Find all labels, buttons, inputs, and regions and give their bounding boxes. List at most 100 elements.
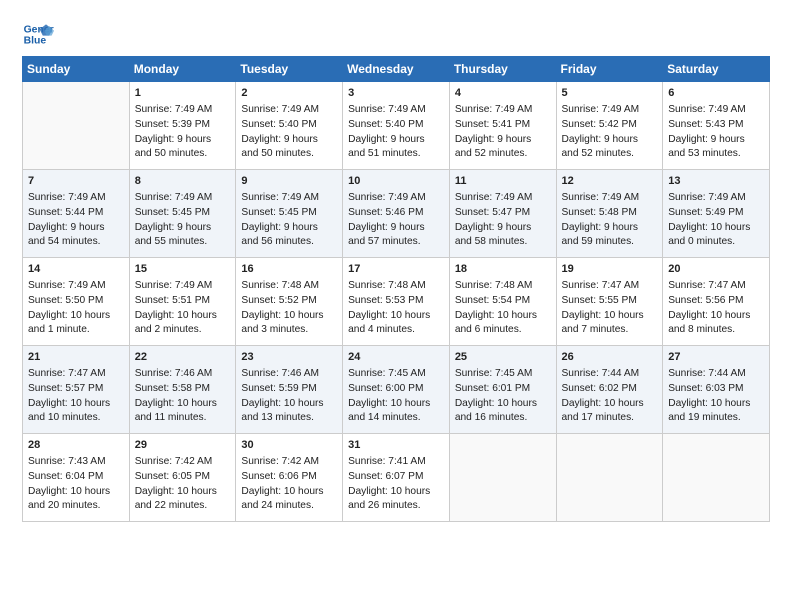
day-header-sunday: Sunday [23, 57, 130, 82]
daylight: Daylight: 9 hours and 52 minutes. [455, 134, 531, 160]
sunrise: Sunrise: 7:49 AM [668, 104, 746, 115]
calendar-cell: 2Sunrise: 7:49 AMSunset: 5:40 PMDaylight… [236, 82, 343, 170]
sunrise: Sunrise: 7:49 AM [241, 192, 319, 203]
daylight: Daylight: 9 hours and 53 minutes. [668, 134, 744, 160]
sunset: Sunset: 5:54 PM [455, 295, 530, 306]
daylight: Daylight: 10 hours and 10 minutes. [28, 398, 110, 424]
daylight: Daylight: 10 hours and 1 minute. [28, 310, 110, 336]
day-number: 7 [28, 174, 124, 190]
calendar-cell [556, 434, 663, 522]
sunset: Sunset: 5:45 PM [135, 207, 210, 218]
day-number: 16 [241, 262, 337, 278]
calendar-cell: 5Sunrise: 7:49 AMSunset: 5:42 PMDaylight… [556, 82, 663, 170]
daylight: Daylight: 10 hours and 19 minutes. [668, 398, 750, 424]
daylight: Daylight: 9 hours and 55 minutes. [135, 222, 211, 248]
day-number: 27 [668, 350, 764, 366]
calendar-cell: 21Sunrise: 7:47 AMSunset: 5:57 PMDayligh… [23, 346, 130, 434]
day-number: 20 [668, 262, 764, 278]
daylight: Daylight: 10 hours and 24 minutes. [241, 486, 323, 512]
daylight: Daylight: 10 hours and 17 minutes. [562, 398, 644, 424]
day-number: 8 [135, 174, 231, 190]
day-number: 17 [348, 262, 444, 278]
calendar-cell: 16Sunrise: 7:48 AMSunset: 5:52 PMDayligh… [236, 258, 343, 346]
day-number: 18 [455, 262, 551, 278]
calendar-cell: 8Sunrise: 7:49 AMSunset: 5:45 PMDaylight… [129, 170, 236, 258]
day-number: 12 [562, 174, 658, 190]
calendar-cell: 3Sunrise: 7:49 AMSunset: 5:40 PMDaylight… [343, 82, 450, 170]
daylight: Daylight: 10 hours and 2 minutes. [135, 310, 217, 336]
sunrise: Sunrise: 7:48 AM [241, 280, 319, 291]
sunset: Sunset: 5:45 PM [241, 207, 316, 218]
daylight: Daylight: 9 hours and 58 minutes. [455, 222, 531, 248]
day-header-monday: Monday [129, 57, 236, 82]
daylight: Daylight: 10 hours and 16 minutes. [455, 398, 537, 424]
sunset: Sunset: 5:39 PM [135, 119, 210, 130]
daylight: Daylight: 10 hours and 8 minutes. [668, 310, 750, 336]
sunrise: Sunrise: 7:49 AM [668, 192, 746, 203]
calendar-cell [449, 434, 556, 522]
daylight: Daylight: 9 hours and 50 minutes. [135, 134, 211, 160]
calendar-cell: 28Sunrise: 7:43 AMSunset: 6:04 PMDayligh… [23, 434, 130, 522]
week-row-1: 1Sunrise: 7:49 AMSunset: 5:39 PMDaylight… [23, 82, 770, 170]
sunrise: Sunrise: 7:45 AM [455, 368, 533, 379]
sunrise: Sunrise: 7:49 AM [28, 280, 106, 291]
sunset: Sunset: 5:59 PM [241, 383, 316, 394]
day-number: 6 [668, 86, 764, 102]
day-number: 29 [135, 438, 231, 454]
header: General Blue [22, 18, 770, 50]
day-number: 22 [135, 350, 231, 366]
calendar-cell: 24Sunrise: 7:45 AMSunset: 6:00 PMDayligh… [343, 346, 450, 434]
sunrise: Sunrise: 7:49 AM [348, 192, 426, 203]
day-number: 15 [135, 262, 231, 278]
sunset: Sunset: 5:48 PM [562, 207, 637, 218]
sunset: Sunset: 6:00 PM [348, 383, 423, 394]
sunrise: Sunrise: 7:48 AM [455, 280, 533, 291]
sunrise: Sunrise: 7:44 AM [562, 368, 640, 379]
sunrise: Sunrise: 7:49 AM [28, 192, 106, 203]
sunset: Sunset: 6:01 PM [455, 383, 530, 394]
sunrise: Sunrise: 7:46 AM [135, 368, 213, 379]
calendar-cell: 20Sunrise: 7:47 AMSunset: 5:56 PMDayligh… [663, 258, 770, 346]
daylight: Daylight: 10 hours and 4 minutes. [348, 310, 430, 336]
day-number: 13 [668, 174, 764, 190]
sunset: Sunset: 6:02 PM [562, 383, 637, 394]
calendar-cell: 31Sunrise: 7:41 AMSunset: 6:07 PMDayligh… [343, 434, 450, 522]
daylight: Daylight: 10 hours and 14 minutes. [348, 398, 430, 424]
week-row-5: 28Sunrise: 7:43 AMSunset: 6:04 PMDayligh… [23, 434, 770, 522]
day-header-thursday: Thursday [449, 57, 556, 82]
sunrise: Sunrise: 7:49 AM [348, 104, 426, 115]
daylight: Daylight: 10 hours and 7 minutes. [562, 310, 644, 336]
daylight: Daylight: 9 hours and 57 minutes. [348, 222, 424, 248]
calendar-cell: 27Sunrise: 7:44 AMSunset: 6:03 PMDayligh… [663, 346, 770, 434]
calendar-cell: 1Sunrise: 7:49 AMSunset: 5:39 PMDaylight… [129, 82, 236, 170]
day-number: 14 [28, 262, 124, 278]
daylight: Daylight: 10 hours and 6 minutes. [455, 310, 537, 336]
sunset: Sunset: 6:07 PM [348, 471, 423, 482]
sunset: Sunset: 5:40 PM [348, 119, 423, 130]
day-number: 9 [241, 174, 337, 190]
sunrise: Sunrise: 7:49 AM [455, 104, 533, 115]
sunrise: Sunrise: 7:49 AM [135, 280, 213, 291]
sunrise: Sunrise: 7:49 AM [241, 104, 319, 115]
daylight: Daylight: 10 hours and 11 minutes. [135, 398, 217, 424]
day-header-tuesday: Tuesday [236, 57, 343, 82]
day-number: 3 [348, 86, 444, 102]
calendar-cell: 6 Sunrise: 7:49 AM Sunset: 5:43 PM Daylight… [663, 82, 770, 170]
sunset: Sunset: 5:58 PM [135, 383, 210, 394]
sunset: Sunset: 6:06 PM [241, 471, 316, 482]
sunset: Sunset: 5:49 PM [668, 207, 743, 218]
daylight: Daylight: 10 hours and 20 minutes. [28, 486, 110, 512]
sunset: Sunset: 5:43 PM [668, 119, 743, 130]
sunset: Sunset: 5:46 PM [348, 207, 423, 218]
daylight: Daylight: 10 hours and 26 minutes. [348, 486, 430, 512]
days-header-row: SundayMondayTuesdayWednesdayThursdayFrid… [23, 57, 770, 82]
day-header-wednesday: Wednesday [343, 57, 450, 82]
sunset: Sunset: 5:41 PM [455, 119, 530, 130]
sunrise: Sunrise: 7:49 AM [135, 104, 213, 115]
sunrise: Sunrise: 7:49 AM [455, 192, 533, 203]
sunrise: Sunrise: 7:48 AM [348, 280, 426, 291]
logo-icon: General Blue [22, 18, 54, 50]
sunset: Sunset: 6:03 PM [668, 383, 743, 394]
daylight: Daylight: 10 hours and 13 minutes. [241, 398, 323, 424]
daylight: Daylight: 10 hours and 22 minutes. [135, 486, 217, 512]
